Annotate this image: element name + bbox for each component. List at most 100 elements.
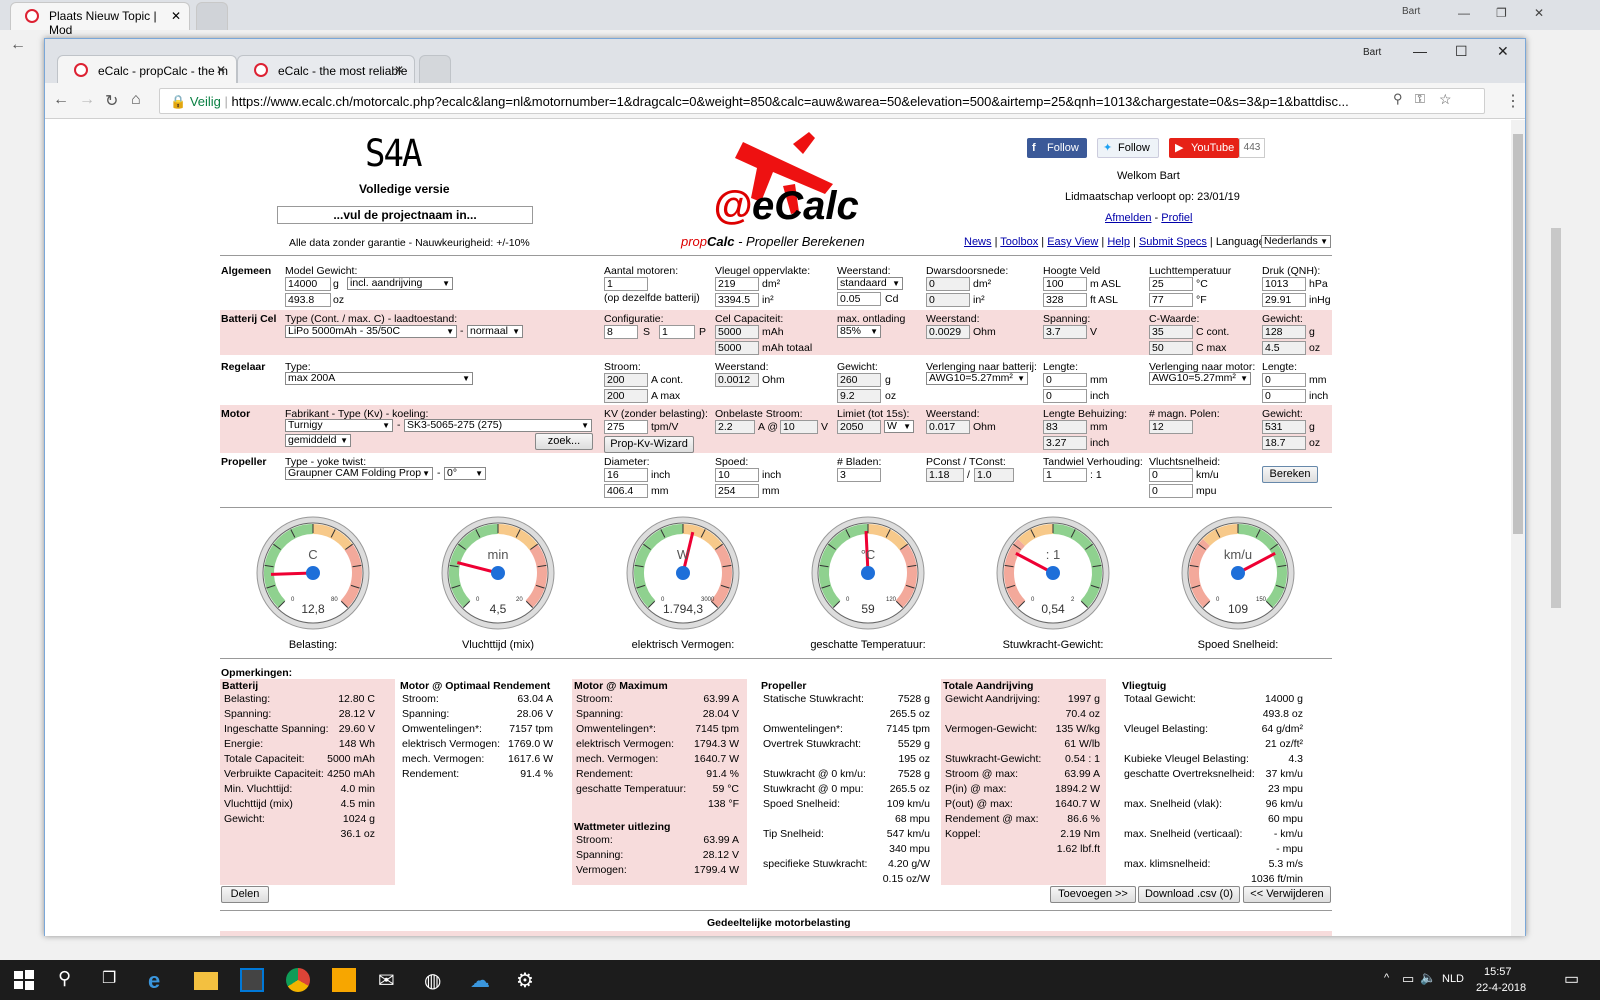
maximize-icon[interactable]: ☐ — [1455, 43, 1468, 60]
diameter-mm-input[interactable]: 406.4 — [604, 484, 648, 498]
poles-input[interactable]: 12 — [1149, 420, 1193, 434]
facebook-follow-button[interactable]: f Follow — [1027, 138, 1087, 158]
onedrive-icon[interactable]: ☁ — [470, 968, 494, 992]
motor-weight-oz-input[interactable]: 18.7 — [1262, 436, 1306, 450]
cells-s-input[interactable]: 8 — [604, 325, 638, 339]
tab-ecalc[interactable]: eCalc - the most reliable ✕ — [237, 55, 415, 83]
pitch-mm-input[interactable]: 254 — [715, 484, 759, 498]
c-max-input[interactable]: 50 — [1149, 341, 1193, 355]
housing-in-input[interactable]: 3.27 — [1043, 436, 1087, 450]
esc-weight-g-input[interactable]: 260 — [837, 373, 881, 387]
pconst-input[interactable]: 1.18 — [926, 468, 964, 482]
youtube-button[interactable]: ▶ YouTube — [1169, 138, 1239, 158]
esc-weight-oz-input[interactable]: 9.2 — [837, 389, 881, 403]
network-icon[interactable]: ▭ — [1402, 971, 1414, 987]
zoom-icon[interactable]: ⚲ — [1393, 91, 1403, 107]
limit-unit-select[interactable]: W — [884, 420, 914, 433]
background-tab[interactable]: Plaats Nieuw Topic | Mod ✕ — [10, 2, 190, 37]
esc-type-select[interactable]: max 200A — [285, 372, 473, 385]
calculate-button[interactable]: Bereken — [1262, 466, 1318, 483]
ext-bat-mm-input[interactable]: 0 — [1043, 373, 1087, 387]
battery-res-input[interactable]: 0.0029 — [926, 325, 970, 339]
speed-kmh-input[interactable]: 0 — [1149, 468, 1193, 482]
yoke-twist-select[interactable]: 0° — [444, 467, 486, 480]
ext-mot-in-input[interactable]: 0 — [1262, 389, 1306, 403]
search-motor-button[interactable]: zoek... — [535, 433, 593, 450]
bookmark-star-icon[interactable]: ☆ — [1439, 91, 1452, 108]
prop-type-select[interactable]: Graupner CAM Folding Prop — [285, 467, 433, 480]
twitter-follow-button[interactable]: ✦ Follow — [1097, 138, 1159, 158]
scrollbar-thumb[interactable] — [1513, 134, 1523, 534]
share-button[interactable]: Delen — [221, 886, 269, 903]
cross-in-input[interactable]: 0 — [926, 293, 970, 307]
task-view-icon[interactable]: ❐ — [102, 968, 126, 992]
ext-bat-in-input[interactable]: 0 — [1043, 389, 1087, 403]
search-icon[interactable]: ⚲ — [58, 968, 82, 992]
notification-icon[interactable]: ▭ — [1564, 969, 1579, 989]
noload-current-input[interactable]: 2.2 — [715, 420, 755, 434]
nav-toolbox-link[interactable]: Toolbox — [1000, 236, 1038, 248]
reload-icon[interactable]: ↻ — [105, 91, 118, 111]
battery-type-select[interactable]: LiPo 5000mAh - 35/50C — [285, 325, 457, 338]
capacity-total-input[interactable]: 5000 — [715, 341, 759, 355]
menu-icon[interactable]: ⋮ — [1505, 91, 1521, 111]
elevation-m-input[interactable]: 100 — [1043, 277, 1087, 291]
mail-icon[interactable]: ✉ — [378, 968, 402, 992]
close-window-icon[interactable]: ✕ — [1497, 43, 1509, 60]
profile-link[interactable]: Profiel — [1161, 212, 1192, 224]
wing-dm-input[interactable]: 219 — [715, 277, 759, 291]
motor-res-input[interactable]: 0.017 — [926, 420, 970, 434]
discharge-select[interactable]: 85% — [837, 325, 881, 338]
pitch-in-input[interactable]: 10 — [715, 468, 759, 482]
edge-icon[interactable]: e — [148, 968, 172, 993]
nav-help-link[interactable]: Help — [1107, 236, 1130, 248]
kv-input[interactable]: 275 — [604, 420, 648, 434]
globe-icon[interactable]: ◍ — [424, 968, 448, 992]
tconst-input[interactable]: 1.0 — [974, 468, 1014, 482]
close-tab-icon[interactable]: ✕ — [394, 63, 404, 77]
battery-weight-oz-input[interactable]: 4.5 — [1262, 341, 1306, 355]
close-tab-icon[interactable]: ✕ — [216, 63, 226, 77]
steam-icon[interactable]: ⚙ — [516, 968, 540, 992]
bg-maximize-icon[interactable]: ❐ — [1496, 6, 1507, 20]
logout-link[interactable]: Afmelden — [1105, 212, 1151, 224]
download-csv-button[interactable]: Download .csv (0) — [1138, 886, 1240, 903]
project-name-input[interactable]: ...vul de projectnaam in... — [277, 206, 533, 224]
blades-input[interactable]: 3 — [837, 468, 881, 482]
diameter-in-input[interactable]: 16 — [604, 468, 648, 482]
ext-motor-select[interactable]: AWG10=5.27mm² — [1149, 372, 1251, 385]
windows-start-icon[interactable] — [12, 968, 36, 992]
cross-dm-input[interactable]: 0 — [926, 277, 970, 291]
qnh-hpa-input[interactable]: 1013 — [1262, 277, 1306, 291]
add-button[interactable]: Toevoegen >> — [1050, 886, 1136, 903]
language-indicator[interactable]: NLD — [1442, 973, 1464, 985]
forward-icon[interactable]: → — [79, 91, 95, 109]
cells-p-input[interactable]: 1 — [659, 325, 695, 339]
weight-g-input[interactable]: 14000 — [285, 277, 331, 291]
weight-oz-input[interactable]: 493.8 — [285, 293, 331, 307]
volume-icon[interactable]: 🔈 — [1420, 970, 1436, 986]
url-input[interactable]: 🔒 Veilig | https://www.ecalc.ch/motorcal… — [159, 88, 1485, 114]
vertical-scrollbar[interactable] — [1511, 120, 1525, 936]
drag-select[interactable]: standaard — [837, 277, 903, 290]
temp-f-input[interactable]: 77 — [1149, 293, 1193, 307]
key-icon[interactable]: ⚿ — [1415, 91, 1425, 107]
tray-chevron-icon[interactable]: ^ — [1384, 972, 1389, 984]
weight-type-select[interactable]: incl. aandrijving — [347, 277, 453, 290]
wing-in-input[interactable]: 3394.5 — [715, 293, 759, 307]
gear-input[interactable]: 1 — [1043, 468, 1087, 482]
nav-submit-link[interactable]: Submit Specs — [1139, 236, 1207, 248]
language-select[interactable]: Nederlands — [1261, 235, 1331, 248]
prop-kv-wizard-button[interactable]: Prop-Kv-Wizard — [604, 436, 694, 453]
new-tab-button[interactable] — [419, 55, 451, 83]
motor-mfr-select[interactable]: Turnigy — [285, 419, 393, 432]
tab-propcalc[interactable]: eCalc - propCalc - the m ✕ — [57, 55, 237, 83]
cd-input[interactable]: 0.05 — [837, 292, 881, 306]
speed-mph-input[interactable]: 0 — [1149, 484, 1193, 498]
motors-input[interactable]: 1 — [604, 277, 648, 291]
capacity-input[interactable]: 5000 — [715, 325, 759, 339]
limit-input[interactable]: 2050 — [837, 420, 881, 434]
bg-close-icon[interactable]: ✕ — [1534, 6, 1544, 20]
cooling-select[interactable]: gemiddeld — [285, 434, 351, 447]
esc-max-input[interactable]: 200 — [604, 389, 648, 403]
